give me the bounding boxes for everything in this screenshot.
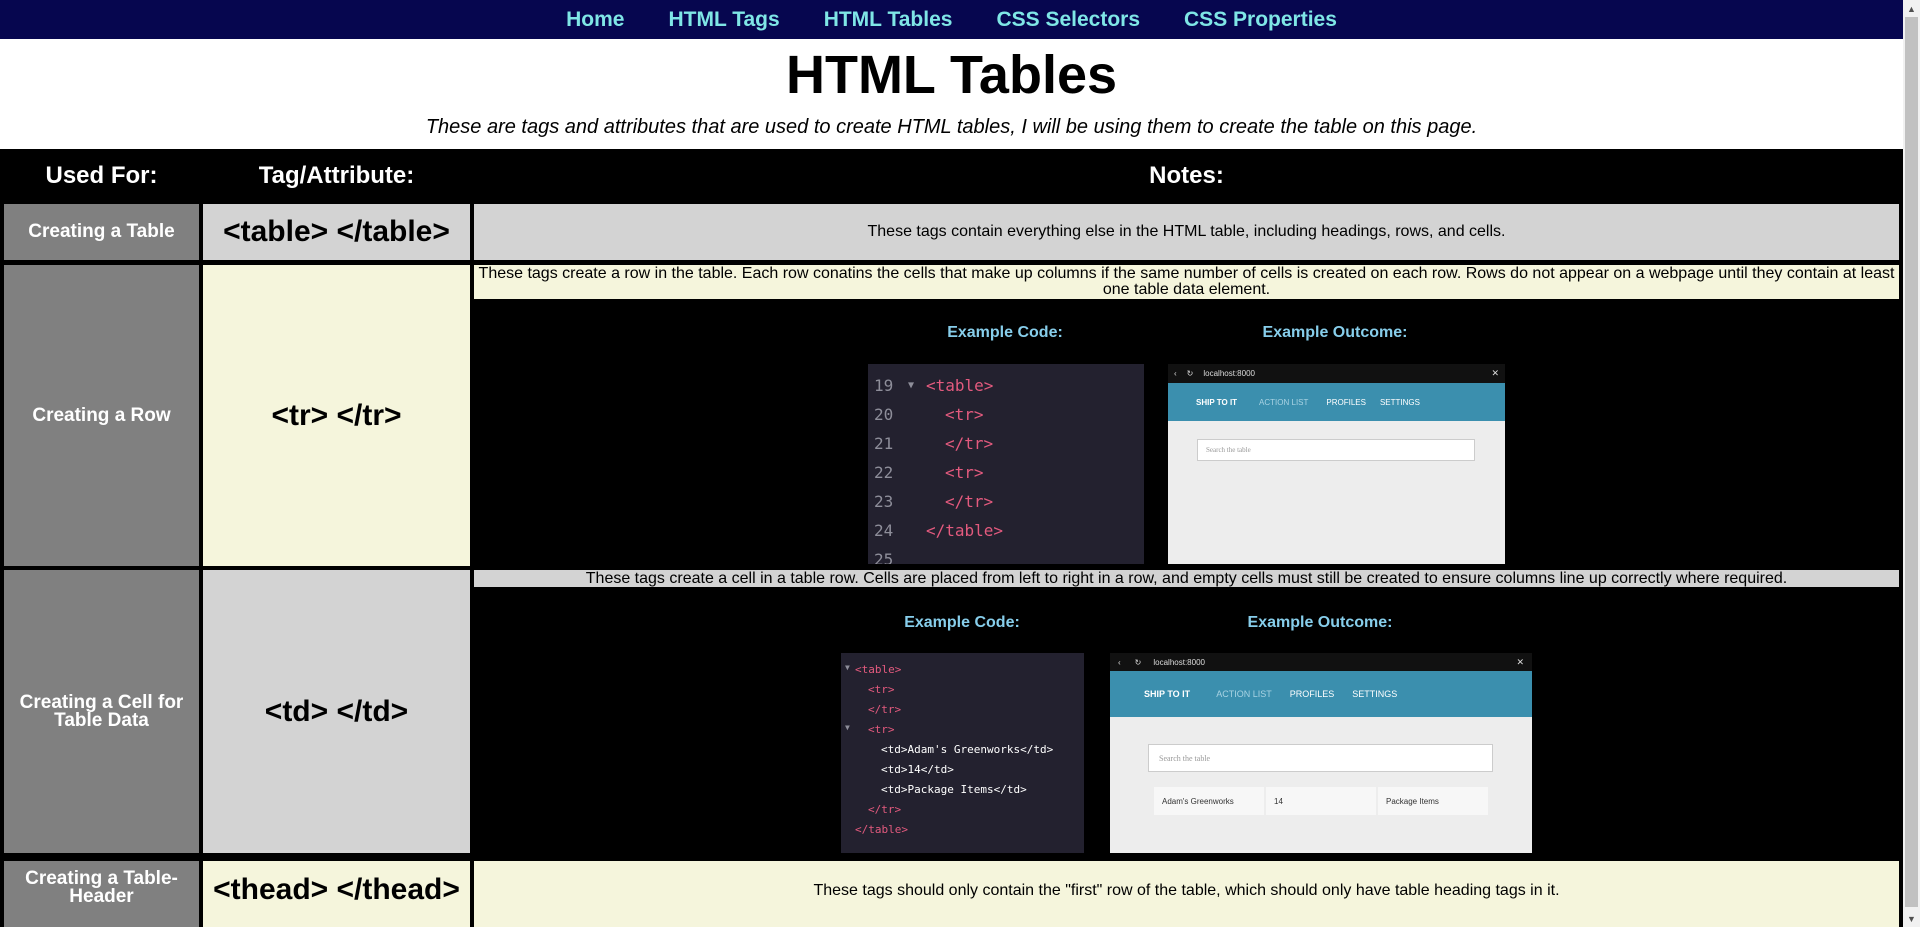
nav-css-properties-link[interactable]: CSS Properties xyxy=(1184,8,1337,32)
header-tag-attribute: Tag/Attribute: xyxy=(258,161,415,189)
row-tr-example-code-label: Example Code: xyxy=(947,324,1063,341)
row-td-example-outcome-label: Example Outcome: xyxy=(1247,614,1393,631)
page-subtitle: These are tags and attributes that are u… xyxy=(425,116,1478,138)
code-example-td-image: ▼ <table> <tr> </tr> ▼ <tr> <td>Adam's Gre… xyxy=(841,653,1084,853)
header-used-for: Used For: xyxy=(45,161,158,189)
row-table-used-for: Creating a Table xyxy=(4,204,199,260)
row-td-used-for: Creating a Cell for Table Data xyxy=(4,570,199,853)
html-tables-table: Used For: Tag/Attribute: Notes: Creating… xyxy=(0,149,1903,927)
outcome-td-screenshot: ‹ ↻ localhost:8000 ✕ SHIP TO IT ACTION L… xyxy=(1110,653,1532,853)
row-tr-example-outcome-label: Example Outcome: xyxy=(1262,324,1408,341)
code-example-tr-image: 19 ▼ <table> 20 <tr> 21 </tr> 22 <tr> 23 </tr>… xyxy=(868,364,1144,564)
header-notes: Notes: xyxy=(1149,161,1224,189)
row-tr-used-for: Creating a Row xyxy=(4,265,199,566)
row-tr-note: These tags create a row in the table. Ea… xyxy=(474,265,1899,299)
scroll-down-icon[interactable]: ▼ xyxy=(1903,910,1920,927)
scroll-up-icon[interactable]: ▲ xyxy=(1903,0,1920,17)
page-title: HTML Tables xyxy=(785,45,1118,105)
scrollbar-thumb[interactable] xyxy=(1905,17,1918,907)
row-thead-note: These tags should only contain the "firs… xyxy=(474,861,1899,927)
close-icon: ✕ xyxy=(1491,368,1499,378)
outcome-tr-screenshot: ‹ ↻ localhost:8000 ✕ SHIP TO IT ACTION L… xyxy=(1168,364,1505,564)
reload-icon: ↻ xyxy=(1134,657,1142,667)
row-td-tag: <td> </td> xyxy=(203,570,470,853)
row-table-note: These tags contain everything else in th… xyxy=(474,204,1899,260)
row-table-tag: <table> </table> xyxy=(203,204,470,260)
vertical-scrollbar[interactable]: ▲ ▼ xyxy=(1903,0,1920,927)
top-nav: Home HTML Tags HTML Tables CSS Selectors… xyxy=(0,0,1903,39)
reload-icon: ↻ xyxy=(1186,369,1194,378)
close-icon: ✕ xyxy=(1516,656,1524,667)
row-td-note: These tags create a cell in a table row.… xyxy=(474,570,1899,587)
nav-html-tags-link[interactable]: HTML Tags xyxy=(668,8,779,32)
nav-home-link[interactable]: Home xyxy=(566,8,624,32)
row-thead-used-for: Creating a Table-Header xyxy=(4,861,199,927)
row-tr-tag: <tr> </tr> xyxy=(203,265,470,566)
back-icon: ‹ xyxy=(1174,369,1177,378)
nav-css-selectors-link[interactable]: CSS Selectors xyxy=(996,8,1140,32)
row-thead-tag: <thead> </thead> xyxy=(203,861,470,927)
row-td-example-code-label: Example Code: xyxy=(904,614,1020,631)
nav-html-tables-link[interactable]: HTML Tables xyxy=(824,8,953,32)
back-icon: ‹ xyxy=(1118,657,1121,667)
